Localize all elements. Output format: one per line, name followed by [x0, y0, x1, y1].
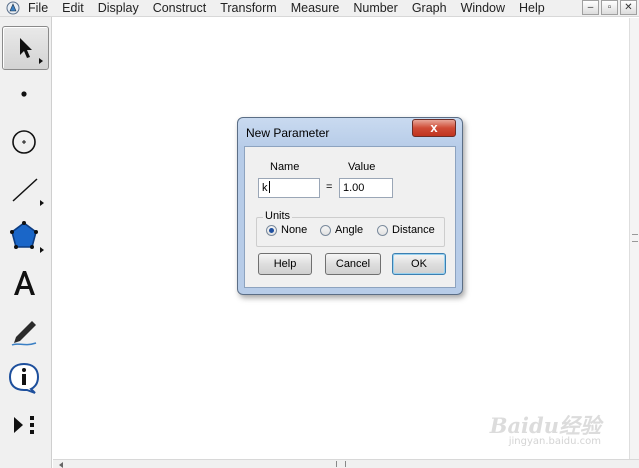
text-tool[interactable]	[2, 262, 49, 306]
submenu-indicator-icon	[40, 247, 44, 253]
equals-sign: =	[326, 181, 333, 193]
restore-button[interactable]: ▫	[601, 0, 618, 15]
vertical-scroll-grip[interactable]	[632, 234, 638, 242]
units-label: Units	[263, 210, 293, 222]
radio-unselected-icon	[320, 224, 331, 236]
horizontal-scroll-grip[interactable]	[336, 461, 346, 467]
units-none-radio[interactable]: None	[266, 224, 307, 236]
menu-number[interactable]: Number	[346, 0, 404, 17]
help-button[interactable]: Help	[258, 253, 312, 275]
marker-tool[interactable]	[2, 309, 49, 353]
text-icon	[14, 271, 35, 295]
cancel-button[interactable]: Cancel	[325, 253, 381, 275]
units-angle-radio[interactable]: Angle	[320, 224, 363, 236]
information-tool[interactable]	[2, 356, 49, 400]
custom-tools[interactable]	[2, 403, 49, 447]
dialog-close-button[interactable]: x	[412, 119, 456, 137]
new-parameter-dialog: New Parameter x Name Value k = 1.00 Unit…	[237, 117, 463, 295]
radio-unselected-icon	[377, 224, 388, 236]
menu-help[interactable]: Help	[512, 0, 552, 17]
name-label: Name	[270, 161, 300, 173]
minimize-button[interactable]: –	[582, 0, 599, 15]
scroll-left-arrow-icon[interactable]	[59, 462, 63, 468]
name-field[interactable]: k	[258, 178, 320, 198]
submenu-indicator-icon	[40, 200, 44, 206]
custom-tools-icon	[14, 416, 34, 434]
point-tool[interactable]	[2, 72, 49, 116]
information-icon	[8, 362, 40, 394]
units-distance-label: Distance	[392, 224, 435, 236]
close-icon: x	[430, 120, 438, 135]
straightedge-tool[interactable]	[2, 167, 49, 211]
menu-bar: File Edit Display Construct Transform Me…	[0, 0, 639, 17]
units-angle-label: Angle	[335, 224, 364, 236]
marker-icon	[11, 321, 37, 346]
value-field[interactable]: 1.00	[339, 178, 393, 198]
compass-icon	[12, 130, 36, 154]
watermark-url: jingyan.baidu.com	[508, 436, 601, 447]
sketchpad-app-icon[interactable]	[6, 1, 20, 15]
menu-window[interactable]: Window	[454, 0, 512, 17]
name-field-value: k	[262, 182, 268, 194]
arrow-icon	[20, 38, 32, 58]
watermark: Baidu经验 jingyan.baidu.com	[483, 406, 603, 456]
menu-edit[interactable]: Edit	[55, 0, 91, 17]
radio-selected-icon	[266, 224, 277, 236]
arrow-tool[interactable]	[2, 26, 49, 70]
close-document-button[interactable]: ✕	[620, 0, 637, 15]
submenu-indicator-icon	[39, 58, 43, 64]
units-none-label: None	[281, 224, 308, 236]
text-caret	[268, 181, 270, 193]
menu-graph[interactable]: Graph	[405, 0, 454, 17]
dialog-title: New Parameter	[246, 126, 330, 140]
menu-display[interactable]: Display	[91, 0, 146, 17]
toolbox	[0, 17, 52, 468]
menu-file[interactable]: File	[26, 0, 55, 17]
polygon-tool[interactable]	[2, 214, 49, 258]
compass-tool[interactable]	[2, 120, 49, 164]
menu-transform[interactable]: Transform	[213, 0, 284, 17]
menu-construct[interactable]: Construct	[146, 0, 214, 17]
menu-measure[interactable]: Measure	[284, 0, 347, 17]
window-controls: – ▫ ✕	[582, 0, 637, 15]
ok-button[interactable]: OK	[392, 253, 446, 275]
vertical-scrollbar[interactable]	[629, 18, 639, 460]
point-icon	[21, 91, 27, 97]
units-distance-radio[interactable]: Distance	[377, 224, 435, 236]
horizontal-scrollbar[interactable]	[53, 459, 639, 468]
value-label: Value	[348, 161, 376, 173]
dialog-body: Name Value k = 1.00 Units None Angle Dis…	[244, 146, 456, 288]
